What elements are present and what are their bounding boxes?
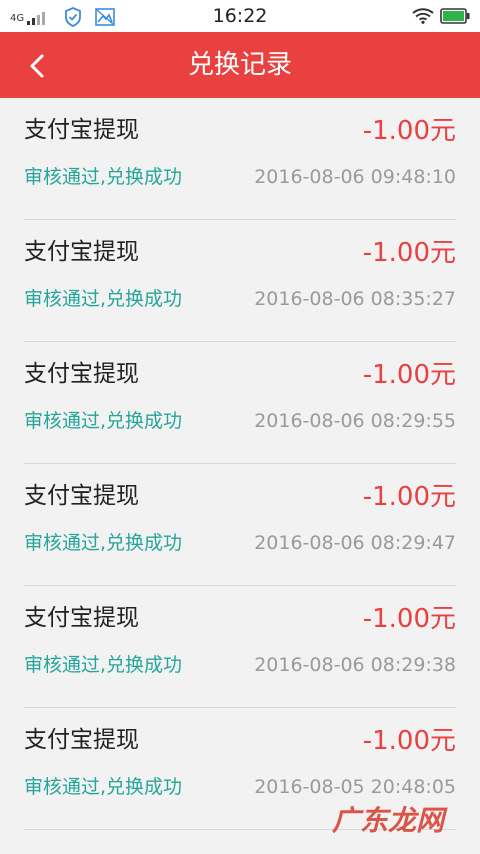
record-status: 审核通过,兑换成功 (24, 410, 183, 432)
record-time: 2016-08-06 08:35:27 (254, 288, 456, 310)
status-time: 16:22 (212, 5, 268, 27)
record-amount: -1.00元 (362, 604, 456, 634)
header-bar: 兑换记录 (0, 32, 480, 98)
exchange-record-list: 支付宝提现 -1.00元 审核通过,兑换成功 2016-08-06 09:48:… (0, 98, 480, 830)
record-amount: -1.00元 (362, 116, 456, 146)
record-amount: -1.00元 (362, 482, 456, 512)
record-time: 2016-08-05 20:48:05 (254, 776, 456, 798)
list-item[interactable]: 支付宝提现 -1.00元 审核通过,兑换成功 2016-08-06 08:29:… (0, 464, 480, 586)
list-item[interactable]: 支付宝提现 -1.00元 审核通过,兑换成功 2016-08-06 09:48:… (0, 98, 480, 220)
record-title: 支付宝提现 (24, 239, 139, 265)
record-status: 审核通过,兑换成功 (24, 166, 183, 188)
page-title: 兑换记录 (187, 50, 292, 80)
record-amount: -1.00元 (362, 238, 456, 268)
record-title: 支付宝提现 (24, 483, 139, 509)
record-time: 2016-08-06 08:29:55 (254, 410, 456, 432)
record-status: 审核通过,兑换成功 (24, 776, 183, 798)
record-time: 2016-08-06 08:29:47 (254, 532, 456, 554)
record-status: 审核通过,兑换成功 (24, 654, 183, 676)
list-item[interactable]: 支付宝提现 -1.00元 审核通过,兑换成功 2016-08-06 08:35:… (0, 220, 480, 342)
status-bar: 4G 16:22 (0, 0, 480, 32)
record-status: 审核通过,兑换成功 (24, 532, 183, 554)
record-title: 支付宝提现 (24, 727, 139, 753)
record-title: 支付宝提现 (24, 117, 139, 143)
wifi-icon (412, 8, 434, 28)
record-time: 2016-08-06 08:29:38 (254, 654, 456, 676)
record-title: 支付宝提现 (24, 605, 139, 631)
list-item[interactable]: 支付宝提现 -1.00元 审核通过,兑换成功 2016-08-06 08:29:… (0, 342, 480, 464)
record-status: 审核通过,兑换成功 (24, 288, 183, 310)
list-item[interactable]: 支付宝提现 -1.00元 审核通过,兑换成功 2016-08-06 08:29:… (0, 586, 480, 708)
battery-icon (440, 8, 470, 28)
record-amount: -1.00元 (362, 360, 456, 390)
record-amount: -1.00元 (362, 726, 456, 756)
watermark-logo: 广东龙网 (331, 804, 444, 837)
record-title: 支付宝提现 (24, 361, 139, 387)
record-time: 2016-08-06 09:48:10 (254, 166, 456, 188)
status-bar-right (412, 8, 470, 28)
